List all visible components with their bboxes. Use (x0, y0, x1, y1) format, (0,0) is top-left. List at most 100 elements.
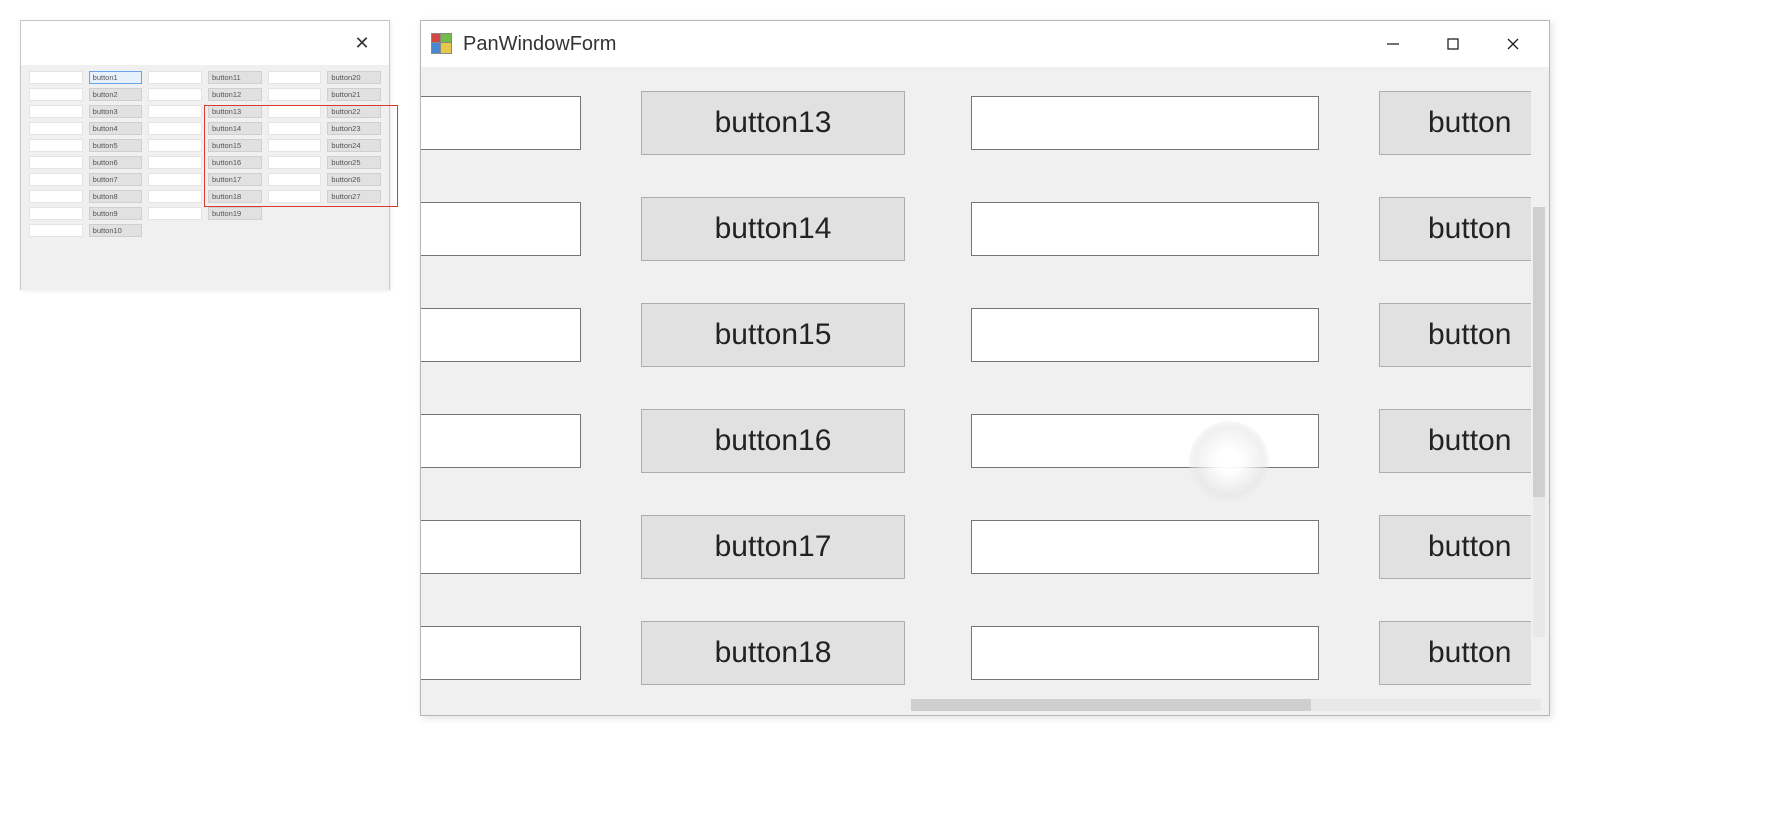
main-window: PanWindowForm button13 button (420, 20, 1550, 716)
overview-titlebar: ✕ (21, 21, 389, 65)
ov-button[interactable]: button25 (327, 156, 381, 169)
button[interactable]: button15 (641, 303, 905, 367)
main-titlebar: PanWindowForm (421, 21, 1549, 67)
ov-button[interactable]: button14 (208, 122, 262, 135)
ov-text[interactable] (148, 105, 202, 118)
scrollbar-thumb[interactable] (1533, 207, 1545, 497)
content-row: button14 button (421, 189, 1549, 269)
ov-button[interactable]: button4 (89, 122, 143, 135)
ov-button[interactable]: button11 (208, 71, 262, 84)
button-partial[interactable]: button (1379, 197, 1531, 261)
button-partial[interactable]: button (1379, 515, 1531, 579)
ov-button[interactable]: button24 (327, 139, 381, 152)
main-client-area[interactable]: button13 button button14 button button15… (421, 67, 1549, 715)
ov-text[interactable] (29, 190, 83, 203)
button[interactable]: button13 (641, 91, 905, 155)
text-input[interactable] (971, 202, 1319, 256)
ov-text[interactable] (148, 190, 202, 203)
button-partial[interactable]: button (1379, 91, 1531, 155)
content-row: button15 button (421, 295, 1549, 375)
ov-button[interactable]: button5 (89, 139, 143, 152)
content-row: button16 button (421, 401, 1549, 481)
ov-text[interactable] (29, 105, 83, 118)
ov-button[interactable]: button16 (208, 156, 262, 169)
ov-button[interactable]: button20 (327, 71, 381, 84)
minimize-button[interactable] (1363, 26, 1423, 62)
ov-text[interactable] (148, 71, 202, 84)
ov-button[interactable]: button2 (89, 88, 143, 101)
maximize-button[interactable] (1423, 26, 1483, 62)
ov-text[interactable] (29, 122, 83, 135)
ov-text[interactable] (148, 173, 202, 186)
button-partial[interactable]: button (1379, 409, 1531, 473)
vertical-scrollbar[interactable] (1529, 207, 1549, 637)
ov-text[interactable] (148, 207, 202, 220)
ov-button[interactable]: button22 (327, 105, 381, 118)
text-input[interactable] (971, 626, 1319, 680)
ov-button[interactable]: button6 (89, 156, 143, 169)
ov-text[interactable] (148, 122, 202, 135)
ov-text[interactable] (29, 224, 83, 237)
ov-button[interactable]: button17 (208, 173, 262, 186)
content-row: button13 button (421, 83, 1549, 163)
ov-text[interactable] (268, 105, 322, 118)
close-button[interactable] (1483, 26, 1543, 62)
ov-text[interactable] (29, 207, 83, 220)
ov-text[interactable] (268, 71, 322, 84)
ov-text[interactable] (29, 71, 83, 84)
scrollbar-thumb[interactable] (911, 699, 1311, 711)
ov-button[interactable]: button3 (89, 105, 143, 118)
text-input[interactable] (971, 414, 1319, 468)
button[interactable]: button14 (641, 197, 905, 261)
ov-text[interactable] (268, 173, 322, 186)
button-partial[interactable]: button (1379, 303, 1531, 367)
ov-button[interactable]: button1 (89, 71, 143, 84)
text-input[interactable] (971, 96, 1319, 150)
ov-button[interactable]: button9 (89, 207, 143, 220)
ov-text[interactable] (268, 156, 322, 169)
ov-button[interactable]: button10 (89, 224, 143, 237)
text-input[interactable] (421, 308, 581, 362)
overview-grid: button1 button11 button20 button2 button… (29, 71, 381, 237)
close-icon[interactable]: ✕ (343, 28, 381, 58)
button[interactable]: button18 (641, 621, 905, 685)
button[interactable]: button17 (641, 515, 905, 579)
ov-text[interactable] (29, 139, 83, 152)
ov-button[interactable]: button15 (208, 139, 262, 152)
ov-text[interactable] (268, 190, 322, 203)
ov-text[interactable] (268, 88, 322, 101)
ov-text[interactable] (148, 88, 202, 101)
ov-text[interactable] (148, 139, 202, 152)
content-layer: button13 button button14 button button15… (421, 67, 1549, 715)
ov-button[interactable]: button27 (327, 190, 381, 203)
ov-text[interactable] (268, 122, 322, 135)
ov-text[interactable] (29, 173, 83, 186)
text-input[interactable] (421, 520, 581, 574)
overview-body: button1 button11 button20 button2 button… (21, 65, 389, 290)
text-input[interactable] (421, 414, 581, 468)
horizontal-scrollbar[interactable] (911, 695, 1541, 715)
ov-button[interactable]: button26 (327, 173, 381, 186)
text-input[interactable] (971, 308, 1319, 362)
text-input[interactable] (971, 520, 1319, 574)
ov-text[interactable] (148, 156, 202, 169)
ov-button[interactable]: button18 (208, 190, 262, 203)
ov-button[interactable]: button13 (208, 105, 262, 118)
ov-button[interactable]: button23 (327, 122, 381, 135)
ov-text[interactable] (268, 139, 322, 152)
content-row: button17 button (421, 507, 1549, 587)
button-partial[interactable]: button (1379, 621, 1531, 685)
button[interactable]: button16 (641, 409, 905, 473)
winforms-app-icon (431, 33, 453, 55)
ov-text[interactable] (29, 156, 83, 169)
ov-button[interactable]: button12 (208, 88, 262, 101)
ov-text[interactable] (29, 88, 83, 101)
ov-button[interactable]: button7 (89, 173, 143, 186)
text-input[interactable] (421, 96, 581, 150)
content-row: button18 button (421, 613, 1549, 693)
ov-button[interactable]: button21 (327, 88, 381, 101)
ov-button[interactable]: button19 (208, 207, 262, 220)
ov-button[interactable]: button8 (89, 190, 143, 203)
text-input[interactable] (421, 202, 581, 256)
text-input[interactable] (421, 626, 581, 680)
